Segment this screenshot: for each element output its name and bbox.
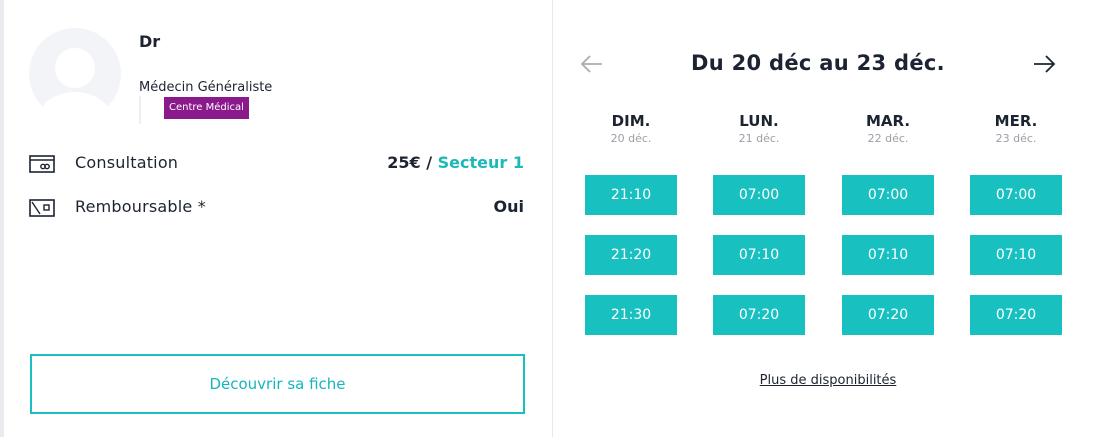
time-slot-button[interactable]: 07:00: [842, 175, 934, 215]
day-name: DIM.: [611, 112, 651, 130]
time-slot-button[interactable]: 07:00: [970, 175, 1062, 215]
day-column: MAR. 22 déc.: [842, 112, 934, 145]
day-column: DIM. 20 déc.: [585, 112, 677, 145]
arrow-right-icon[interactable]: [1030, 52, 1058, 76]
refund-icon: [29, 199, 55, 217]
time-slot-button[interactable]: 07:20: [970, 295, 1062, 335]
arrow-left-icon[interactable]: [578, 52, 606, 76]
sector-value: Secteur 1: [437, 153, 524, 172]
badge-divider: [139, 96, 141, 124]
time-slot-button[interactable]: 07:10: [970, 235, 1062, 275]
refund-value: Oui: [493, 197, 524, 216]
time-slot-button[interactable]: 21:20: [585, 235, 677, 275]
time-slot-button[interactable]: 07:00: [713, 175, 805, 215]
day-name: MER.: [994, 112, 1038, 130]
doctor-info-panel: Dr Médecin Généraliste Centre Médical Co…: [4, 0, 553, 437]
day-date: 21 déc.: [738, 132, 780, 145]
day-date: 20 déc.: [610, 132, 652, 145]
avatar: [29, 28, 121, 120]
center-badge: Centre Médical: [164, 97, 249, 119]
refund-row: Remboursable * Oui: [29, 195, 524, 221]
consultation-row: Consultation 25€ / Secteur 1: [29, 151, 524, 177]
more-availability-link[interactable]: Plus de disponibilités: [554, 373, 1102, 388]
price-value: 25€ /: [387, 153, 438, 172]
date-range-title: Du 20 déc au 23 déc.: [691, 51, 945, 75]
day-column: LUN. 21 déc.: [713, 112, 805, 145]
avatar-body-shape: [37, 92, 113, 120]
card-icon: [29, 155, 55, 173]
doctor-card: Dr Médecin Généraliste Centre Médical Co…: [4, 0, 1102, 437]
time-slot-button[interactable]: 07:10: [713, 235, 805, 275]
time-slot-button[interactable]: 21:10: [585, 175, 677, 215]
day-date: 23 déc.: [995, 132, 1037, 145]
time-slot-button[interactable]: 21:30: [585, 295, 677, 335]
consultation-label: Consultation: [75, 153, 179, 172]
doctor-name[interactable]: Dr: [139, 32, 160, 51]
day-date: 22 déc.: [867, 132, 909, 145]
time-slot-button[interactable]: 07:20: [842, 295, 934, 335]
doctor-specialty: Médecin Généraliste: [139, 80, 273, 95]
time-slot-button[interactable]: 07:10: [842, 235, 934, 275]
avatar-head-shape: [55, 48, 95, 88]
time-slot-button[interactable]: 07:20: [713, 295, 805, 335]
day-name: LUN.: [739, 112, 779, 130]
day-name: MAR.: [865, 112, 911, 130]
discover-profile-button[interactable]: Découvrir sa fiche: [30, 354, 525, 414]
day-column: MER. 23 déc.: [970, 112, 1062, 145]
consultation-price: 25€ / Secteur 1: [387, 153, 524, 172]
availability-panel: Du 20 déc au 23 déc. DIM. 20 déc. LUN. 2…: [554, 0, 1102, 437]
refund-label: Remboursable *: [75, 197, 206, 216]
